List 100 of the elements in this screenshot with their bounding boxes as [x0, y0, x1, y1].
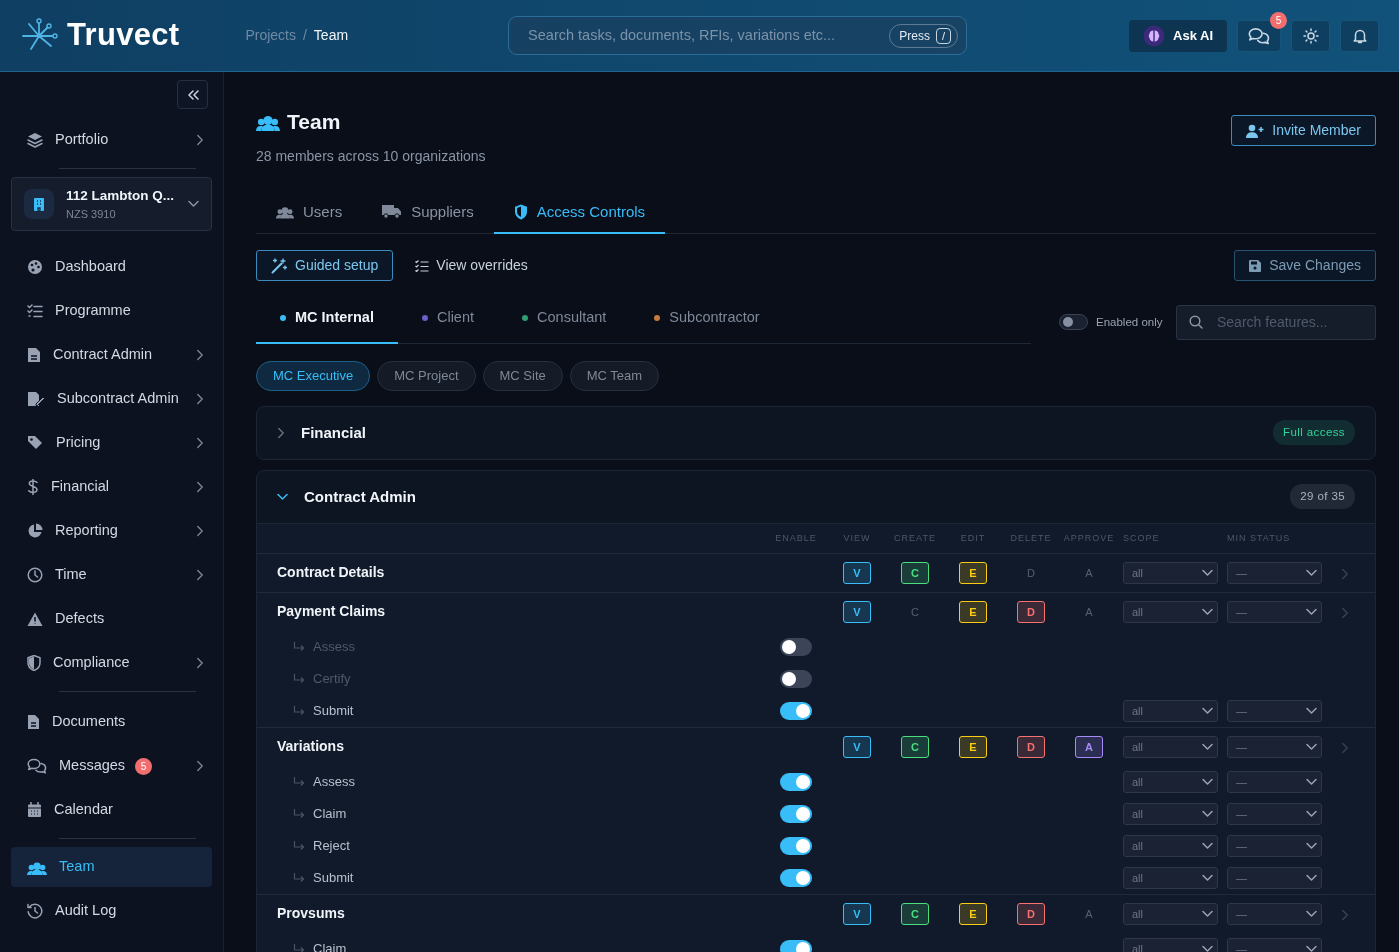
permission-toggle[interactable]: C — [901, 735, 929, 758]
permission-toggle[interactable]: D — [1017, 902, 1045, 925]
notifications-button[interactable] — [1340, 19, 1379, 52]
bell-icon — [1351, 27, 1368, 44]
permission-toggle[interactable]: E — [959, 735, 987, 758]
dropdown[interactable]: all — [1123, 770, 1218, 793]
dropdown[interactable]: all — [1123, 866, 1218, 889]
toggle-switch[interactable] — [780, 637, 812, 656]
view-overrides-link[interactable]: View overrides — [415, 255, 528, 276]
role-chip[interactable]: MC Site — [482, 360, 563, 391]
sidebar-item[interactable]: Contract Admin — [11, 333, 212, 377]
sidebar-item[interactable]: Defects — [11, 597, 212, 641]
dropdown[interactable]: all — [1123, 834, 1218, 857]
section-header[interactable]: Contract Admin 29 of 35 — [257, 470, 1375, 523]
dropdown[interactable]: — — [1227, 866, 1322, 889]
permission-toggle[interactable]: V — [843, 561, 871, 584]
dropdown[interactable]: all — [1123, 902, 1218, 925]
permission-toggle[interactable]: E — [959, 600, 987, 623]
search-field[interactable]: Search features... — [1215, 310, 1365, 334]
search-box[interactable]: Search features... — [1176, 304, 1376, 340]
dropdown[interactable]: — — [1227, 937, 1322, 952]
dropdown[interactable]: — — [1227, 834, 1322, 857]
permission-toggle[interactable]: D — [1017, 600, 1045, 623]
permission-toggle[interactable]: V — [843, 902, 871, 925]
toggle-switch[interactable] — [1059, 314, 1088, 331]
sidebar-item[interactable]: Pricing — [11, 421, 212, 465]
toggle-label: Enabled only — [1096, 314, 1163, 330]
dropdown[interactable]: all — [1123, 802, 1218, 825]
role-tab[interactable]: Subcontractor — [630, 301, 784, 344]
dropdown[interactable]: all — [1123, 600, 1218, 623]
toggle-switch[interactable] — [780, 701, 812, 720]
chevron-down-icon — [1306, 909, 1317, 918]
sidebar-item[interactable]: Documents — [11, 700, 212, 744]
sidebar-item[interactable]: Subcontract Admin — [11, 377, 212, 421]
role-chip[interactable]: MC Team — [569, 360, 660, 391]
sidebar-item[interactable]: Messages 5 — [11, 744, 212, 788]
role-tab[interactable]: Consultant — [498, 301, 631, 344]
column-header: VIEW — [843, 531, 871, 545]
chevron-down-icon — [1202, 873, 1213, 882]
dropdown[interactable]: — — [1227, 902, 1322, 925]
role-tab[interactable]: Client — [397, 301, 499, 344]
sidebar-item[interactable]: Calendar — [11, 788, 212, 832]
search-field[interactable]: Search tasks, documents, RFIs, variations etc... — [526, 23, 890, 48]
permission-toggle[interactable]: E — [959, 902, 987, 925]
permission-toggle[interactable]: C — [901, 902, 929, 925]
toggle-switch[interactable] — [780, 669, 812, 688]
permission-toggle[interactable]: V — [843, 735, 871, 758]
dropdown[interactable]: — — [1227, 770, 1322, 793]
collapse-sidebar-button[interactable] — [177, 80, 208, 109]
permission-toggle[interactable]: A — [1075, 735, 1103, 758]
chevron-down-icon — [1306, 607, 1317, 616]
invite-member-button[interactable]: Invite Member — [1231, 115, 1376, 146]
tab[interactable]: Suppliers — [362, 192, 494, 234]
toggle-switch[interactable] — [780, 804, 812, 823]
dropdown[interactable]: — — [1227, 699, 1322, 722]
tab[interactable]: Access Controls — [493, 192, 666, 234]
sidebar-item[interactable]: Portfolio — [11, 118, 212, 162]
permission-toggle[interactable]: C — [901, 561, 929, 584]
sidebar-item[interactable]: Financial — [11, 465, 212, 509]
dropdown[interactable]: — — [1227, 802, 1322, 825]
dropdown[interactable]: all — [1123, 937, 1218, 952]
toggle-switch[interactable] — [780, 772, 812, 791]
sidebar-item[interactable]: Time — [11, 553, 212, 597]
role-chip[interactable]: MC Project — [377, 360, 476, 391]
toggle-switch[interactable] — [780, 868, 812, 887]
dropdown[interactable]: all — [1123, 561, 1218, 584]
permission-toggle[interactable]: D — [1017, 735, 1045, 758]
dropdown[interactable]: — — [1227, 600, 1322, 623]
sidebar-item[interactable]: Reporting — [11, 509, 212, 553]
permission-toggle[interactable]: V — [843, 600, 871, 623]
toggle-switch[interactable] — [780, 836, 812, 855]
chat-icon — [1248, 26, 1270, 45]
sidebar-item[interactable]: Team — [11, 847, 212, 887]
sidebar-item[interactable]: Programme — [11, 289, 212, 333]
status-badge: 29 of 35 — [1290, 484, 1355, 510]
toggle-switch[interactable] — [780, 939, 812, 952]
truck-icon — [382, 204, 403, 220]
dropdown[interactable]: — — [1227, 735, 1322, 758]
theme-toggle-button[interactable] — [1291, 19, 1330, 52]
search-bar[interactable]: Search tasks, documents, RFIs, variations etc... Press / — [508, 16, 968, 55]
section-header[interactable]: Financial Full access — [257, 406, 1375, 459]
project-selector[interactable]: 112 Lambton Q... NZS 3910 — [11, 177, 212, 231]
dropdown[interactable]: all — [1123, 735, 1218, 758]
chevron-down-icon — [1306, 944, 1317, 952]
guided-setup-button[interactable]: Guided setup — [256, 250, 394, 281]
ask-ai-button[interactable]: Ask AI — [1129, 19, 1227, 52]
dropdown[interactable]: — — [1227, 561, 1322, 584]
chevron-down-icon — [1202, 909, 1213, 918]
chevron-right-icon — [1341, 741, 1349, 754]
tab[interactable]: Users — [256, 192, 363, 234]
role-chip[interactable]: MC Executive — [256, 360, 371, 391]
sidebar-item[interactable]: Audit Log — [11, 889, 212, 933]
chevron-down-icon — [1202, 568, 1213, 577]
sidebar-item[interactable]: Dashboard — [11, 245, 212, 289]
permission-toggle[interactable]: E — [959, 561, 987, 584]
save-changes-button[interactable]: Save Changes — [1234, 250, 1376, 281]
brain-icon — [1143, 24, 1165, 47]
dropdown[interactable]: all — [1123, 699, 1218, 722]
sidebar-item[interactable]: Compliance — [11, 641, 212, 685]
role-tab[interactable]: MC Internal — [256, 301, 398, 344]
